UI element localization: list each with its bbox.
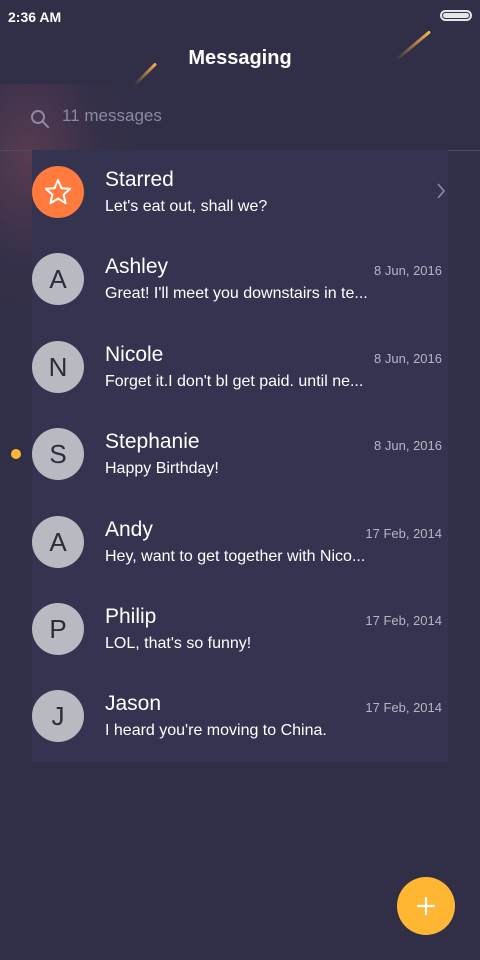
conversation-date: 8 Jun, 2016	[374, 438, 442, 454]
conversation-name: Stephanie	[105, 430, 200, 454]
avatar: N	[32, 340, 84, 393]
avatar: A	[32, 515, 84, 568]
conversation-name: Ashley	[105, 255, 169, 279]
unread-indicator	[11, 449, 21, 459]
conversation-name: Philip	[105, 604, 157, 628]
search-input[interactable]: 11 messages	[62, 106, 162, 126]
conversation-philip[interactable]: P Philip LOL, that's so funny! 17 Feb, 2…	[32, 587, 448, 674]
conversation-name: Jason	[105, 692, 162, 716]
conversation-starred[interactable]: Starred Let's eat out, shall we?	[32, 150, 448, 237]
conversation-preview: Hey, want to get together with Nico...	[105, 547, 366, 565]
conversation-name: Starred	[105, 168, 174, 191]
conversation-preview: LOL, that's so funny!	[105, 634, 252, 652]
conversation-date: 17 Feb, 2014	[365, 700, 442, 716]
conversation-nicole[interactable]: N Nicole Forget it.I don't bl get paid. …	[32, 325, 448, 412]
avatar: P	[32, 602, 84, 655]
star-icon	[32, 166, 84, 218]
conversation-date: 8 Jun, 2016	[374, 350, 442, 366]
battery-icon	[440, 10, 472, 21]
chevron-right-icon	[436, 182, 446, 205]
battery-level	[443, 13, 469, 18]
conversation-preview: Happy Birthday!	[105, 460, 219, 478]
conversation-andy[interactable]: A Andy Hey, want to get together with Ni…	[32, 500, 448, 587]
avatar: A	[32, 253, 84, 306]
status-time: 2:36 AM	[8, 9, 62, 25]
plus-icon	[416, 896, 436, 916]
messaging-screen: 2:36 AM Messaging 11 messages Starred Le…	[0, 0, 480, 960]
status-bar: 2:36 AM	[0, 0, 480, 34]
conversation-date: 17 Feb, 2014	[365, 612, 442, 628]
conversation-preview: Let's eat out, shall we?	[105, 198, 268, 215]
new-message-button[interactable]	[397, 877, 455, 935]
search-icon	[30, 109, 50, 129]
conversation-jason[interactable]: J Jason I heard you're moving to China. …	[32, 674, 448, 761]
conversation-list: Starred Let's eat out, shall we? A Ashle…	[32, 150, 448, 762]
conversation-preview: Forget it.I don't bl get paid. until ne.…	[105, 372, 364, 390]
conversation-preview: Great! I'll meet you downstairs in te...	[105, 285, 368, 303]
conversation-date: 17 Feb, 2014	[365, 525, 442, 541]
conversation-preview: I heard you're moving to China.	[105, 722, 327, 740]
avatar: S	[32, 428, 84, 481]
conversation-date: 8 Jun, 2016	[374, 263, 442, 279]
conversation-ashley[interactable]: A Ashley Great! I'll meet you downstairs…	[32, 237, 448, 324]
conversation-name: Nicole	[105, 342, 164, 366]
page-title: Messaging	[188, 47, 292, 69]
avatar: J	[32, 690, 84, 743]
conversation-name: Andy	[105, 517, 153, 541]
conversation-stephanie[interactable]: S Stephanie Happy Birthday! 8 Jun, 2016	[32, 412, 448, 499]
search-bar[interactable]: 11 messages	[0, 96, 480, 151]
